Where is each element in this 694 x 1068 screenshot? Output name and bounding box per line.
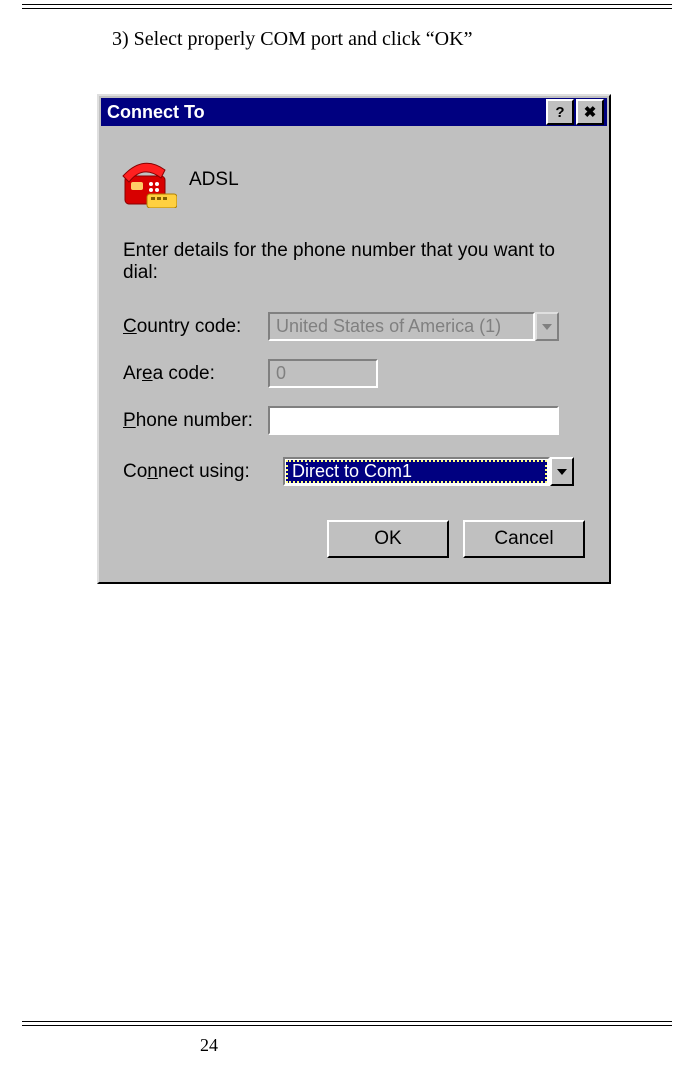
close-button[interactable]: ✖ — [576, 99, 604, 125]
help-button[interactable]: ? — [546, 99, 574, 125]
chevron-down-icon — [557, 469, 567, 475]
close-icon: ✖ — [584, 105, 597, 120]
area-code-label: Area code: — [123, 363, 268, 385]
country-code-label: Country code: — [123, 316, 268, 338]
connect-using-label: Connect using: — [123, 461, 283, 483]
instruction-text: 3) Select properly COM port and click “O… — [112, 28, 472, 51]
connect-using-value: Direct to Com1 — [292, 461, 412, 482]
phone-number-input[interactable] — [268, 406, 559, 435]
phone-number-label: Phone number: — [123, 410, 268, 432]
phone-icon — [121, 152, 177, 208]
country-code-dropdown-button — [535, 312, 559, 341]
ok-button[interactable]: OK — [327, 520, 449, 558]
dialog-title: Connect To — [107, 102, 544, 123]
cancel-button[interactable]: Cancel — [463, 520, 585, 558]
connect-using-combo[interactable]: Direct to Com1 — [283, 457, 550, 486]
connection-name: ADSL — [189, 169, 239, 191]
page-number: 24 — [200, 1035, 218, 1056]
area-code-input: 0 — [268, 359, 378, 388]
page-bottom-rule — [22, 1021, 672, 1026]
dialog-prompt: Enter details for the phone number that … — [123, 240, 585, 284]
connect-using-dropdown-button[interactable] — [550, 457, 574, 486]
country-code-combo: United States of America (1) — [268, 312, 535, 341]
page-top-rule — [22, 4, 672, 9]
titlebar: Connect To ? ✖ — [101, 98, 607, 126]
chevron-down-icon — [542, 324, 552, 330]
connect-to-dialog: Connect To ? ✖ — [97, 94, 611, 584]
